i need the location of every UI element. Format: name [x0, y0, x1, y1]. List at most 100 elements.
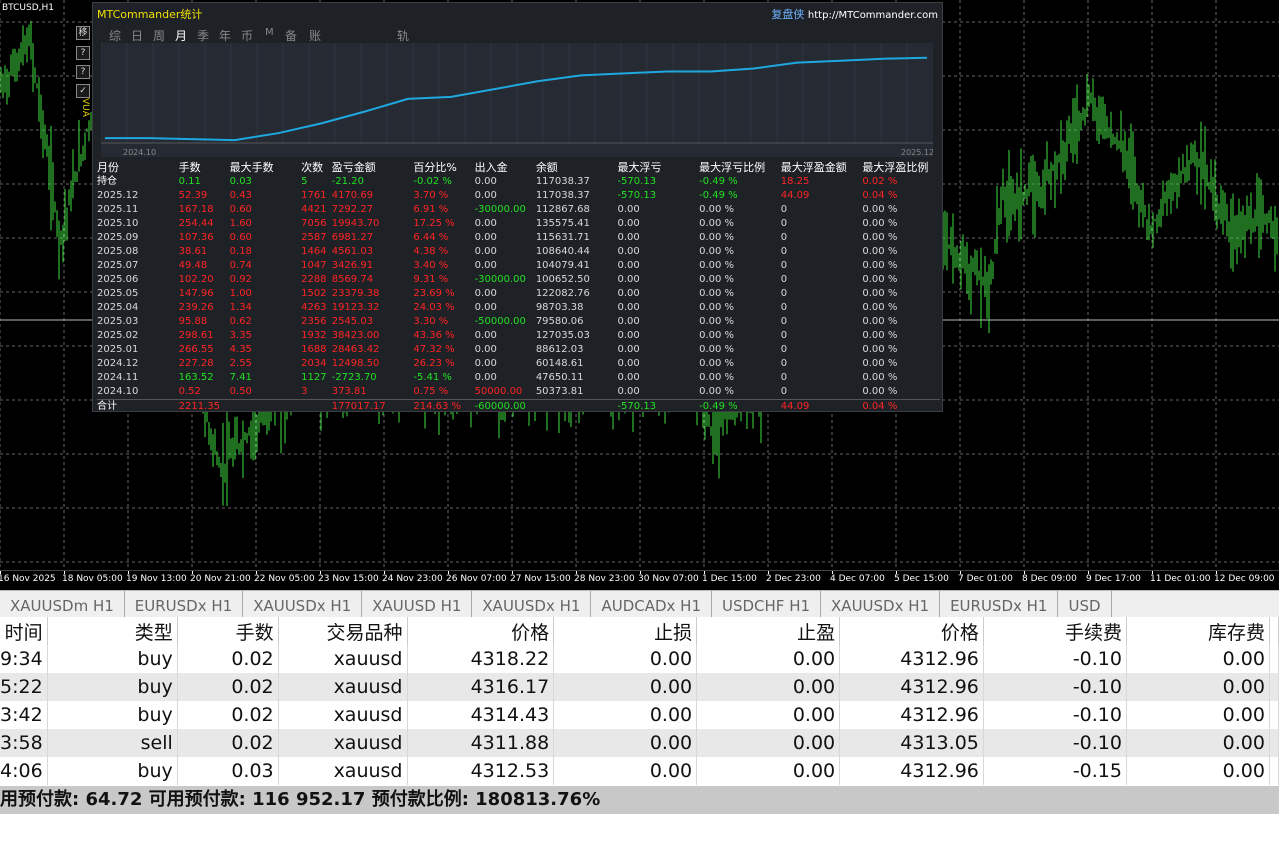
stats-cell: 0.00	[474, 232, 497, 243]
stats-cell: 18.25	[780, 176, 810, 187]
stats-cell: 0	[780, 246, 788, 257]
stats-cell: 0.00 %	[699, 302, 735, 313]
stats-cell: 6981.27	[331, 232, 374, 243]
chart-tab[interactable]: XAUUSDx H1	[821, 591, 941, 617]
stats-cell: 0.00 %	[862, 246, 898, 257]
stats-row: 持仓 0.11 0.03 5 -21.20 -0.02 % 0.00 117038.37 -57…	[97, 175, 940, 189]
stats-cell: 2025.05	[97, 288, 139, 299]
orders-header[interactable]: 价格	[407, 617, 555, 645]
orders-header[interactable]: 库存费	[1126, 617, 1270, 645]
tab-year[interactable]: 年	[219, 27, 231, 44]
stats-cell: 2025.01	[97, 344, 139, 355]
orders-header[interactable]: 手续费	[983, 617, 1128, 645]
stats-header: 最大浮盈金额	[780, 161, 847, 174]
price-chart[interactable]: BTCUSD,H1 移 ? ? ✓ VUA MTCommander统计 复盘侠 …	[0, 0, 1279, 590]
chart-tab[interactable]: AUDCADx H1	[591, 591, 712, 617]
stats-cell: 0.00	[474, 190, 497, 201]
stats-cell: 0.00	[617, 330, 640, 341]
stats-row: 2024.10 0.52 0.50 3 373.81 0.75 % 50000.00 5037…	[97, 385, 940, 400]
chart-tab[interactable]: XAUUSD H1	[362, 591, 473, 617]
order-row[interactable]: 9:34 buy 0.02 xauusd 4318.22 0.00 0.00 4312.96-…	[0, 645, 1279, 673]
brand-url-link[interactable]: http://MTCommander.com	[808, 10, 938, 21]
stats-cell: 19123.32	[331, 302, 380, 313]
stats-cell: 127035.03	[535, 330, 590, 341]
stats-cell: 3426.91	[331, 260, 374, 271]
stats-cell: 0	[780, 288, 788, 299]
move-tool-button[interactable]: 移	[76, 26, 90, 40]
stats-cell: 2211.35	[178, 399, 230, 414]
order-cell: 0.00	[696, 645, 841, 673]
order-row[interactable]: 5:22 buy 0.02 xauusd 4316.17 0.00 0.00 4312.96-…	[0, 673, 1279, 701]
check-tool-button[interactable]: ✓	[76, 84, 90, 98]
stats-cell: 0.00	[474, 218, 497, 229]
axis-label: 8 Dec 09:00	[1022, 574, 1077, 584]
tab-overview[interactable]: 综	[109, 27, 121, 44]
chart-tab[interactable]: USDCHF H1	[712, 591, 822, 617]
stats-cell: 1932	[301, 330, 327, 341]
help-tool-button[interactable]: ?	[76, 46, 90, 60]
stats-cell: 26.23 %	[413, 358, 455, 369]
order-cell: 4312.96	[839, 673, 984, 701]
tab-week[interactable]: 周	[153, 27, 165, 44]
orders-header[interactable]: 类型	[47, 617, 178, 645]
tab-notes[interactable]: 备	[285, 27, 297, 44]
chart-tab[interactable]: XAUUSDx H1	[243, 591, 363, 617]
order-cell: 4311.88	[407, 729, 555, 757]
stats-cell: 0.00	[617, 344, 640, 355]
tab-currency[interactable]: 币	[241, 27, 253, 44]
stats-cell: 95.88	[178, 316, 208, 327]
stats-cell: 100652.50	[535, 274, 590, 285]
stats-row: 2025.08 38.61 0.18 1464 4561.03 4.38 % 0.00 108…	[97, 245, 940, 259]
chart-tab[interactable]: USD	[1058, 591, 1112, 617]
tab-m[interactable]: M	[265, 27, 274, 38]
stats-row: 2025.10 254.44 1.60 7056 19943.70 17.25 % 0.00…	[97, 217, 940, 231]
stats-cell	[301, 399, 332, 414]
chart-tab[interactable]: XAUUSDm H1	[0, 591, 125, 617]
stats-cell: 0	[780, 204, 788, 215]
tab-quarter[interactable]: 季	[197, 27, 209, 44]
panel-brand[interactable]: 复盘侠 http://MTCommander.com	[771, 6, 938, 22]
stats-cell: 0.00 %	[862, 358, 898, 369]
orders-header[interactable]: 止盈	[696, 617, 841, 645]
stats-cell: 2025.04	[97, 302, 139, 313]
order-row[interactable]: 4:06 buy 0.03 xauusd 4312.53 0.00 0.00 4312.96-…	[0, 757, 1279, 785]
stats-cell: 2288	[301, 274, 327, 285]
stats-cell: 0.00 %	[862, 260, 898, 271]
orders-header[interactable]: 时间	[0, 617, 48, 645]
orders-header[interactable]: 价格	[839, 617, 984, 645]
stats-cell: 0.00	[474, 260, 497, 271]
stats-cell: 2025.06	[97, 274, 139, 285]
tab-day[interactable]: 日	[131, 27, 143, 44]
stats-cell: 3.30 %	[413, 316, 449, 327]
order-cell: buy	[47, 673, 178, 701]
stats-cell: 4170.69	[331, 190, 374, 201]
stats-cell: 2025.10	[97, 218, 139, 229]
stats-cell: 49.48	[178, 260, 208, 271]
stats-cell: 0.00	[474, 246, 497, 257]
stats-cell: 19943.70	[331, 218, 380, 229]
order-row[interactable]: 3:58 sell 0.02 xauusd 4311.88 0.00 0.00 4313.05…	[0, 729, 1279, 757]
chart-tab[interactable]: EURUSDx H1	[940, 591, 1059, 617]
axis-label: 23 Nov 15:00	[318, 574, 379, 584]
stats-row: 2025.07 49.48 0.74 1047 3426.91 3.40 % 0.00 104…	[97, 259, 940, 273]
stats-row: 2025.03 95.88 0.62 2356 2545.03 3.30 % -50000.…	[97, 315, 940, 329]
stats-cell: 0.04 %	[862, 399, 940, 414]
tab-month[interactable]: 月	[175, 27, 187, 44]
orders-header[interactable]: 交易品种	[278, 617, 408, 645]
axis-label: 22 Nov 05:00	[254, 574, 315, 584]
order-cell: 3:58	[0, 729, 48, 757]
chart-tab[interactable]: EURUSDx H1	[125, 591, 244, 617]
stats-cell: 98703.38	[535, 302, 584, 313]
help-tool-button-2[interactable]: ?	[76, 65, 90, 79]
orders-header[interactable]: 手数	[177, 617, 279, 645]
mtcommander-stats-panel[interactable]: MTCommander统计 复盘侠 http://MTCommander.com…	[92, 2, 943, 414]
chart-tab[interactable]: XAUUSDx H1	[472, 591, 592, 617]
stats-cell: 4.35	[229, 344, 252, 355]
order-cell: 4316.17	[407, 673, 555, 701]
stats-cell: 2356	[301, 316, 327, 327]
order-cell: 0.03	[177, 757, 279, 785]
order-row[interactable]: 3:42 buy 0.02 xauusd 4314.43 0.00 0.00 4312.96-…	[0, 701, 1279, 729]
stats-cell: 0	[780, 358, 788, 369]
orders-header[interactable]: 止损	[553, 617, 698, 645]
order-cell: -0.15	[983, 757, 1128, 785]
